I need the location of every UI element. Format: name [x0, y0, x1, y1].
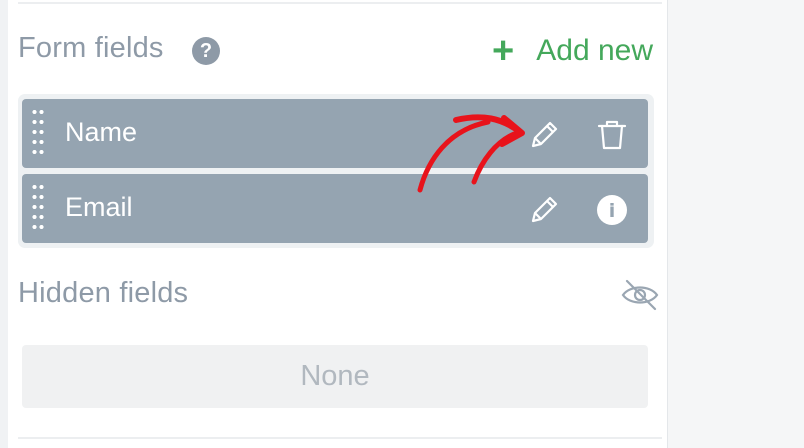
- form-fields-list: Name Email i: [18, 94, 654, 248]
- edit-icon[interactable]: [526, 117, 562, 153]
- field-label: Email: [65, 192, 133, 222]
- field-row-name[interactable]: Name: [22, 99, 648, 168]
- info-icon[interactable]: i: [596, 194, 628, 226]
- left-edge: [0, 0, 8, 448]
- add-new-button[interactable]: + Add new: [492, 30, 653, 72]
- drag-handle-icon[interactable]: [31, 182, 45, 234]
- bottom-divider: [18, 437, 662, 439]
- edit-icon[interactable]: [526, 192, 562, 228]
- field-row-email[interactable]: Email i: [22, 174, 648, 243]
- plus-icon: +: [492, 30, 515, 72]
- help-icon[interactable]: ?: [192, 37, 220, 65]
- form-settings-panel: Form fields ? + Add new Name Email i Hid…: [8, 0, 668, 448]
- add-new-label: Add new: [536, 34, 653, 67]
- trash-icon[interactable]: [594, 117, 630, 153]
- field-label: Name: [65, 117, 138, 147]
- hidden-fields-empty: None: [22, 345, 648, 408]
- info-glyph: i: [609, 200, 616, 222]
- eye-off-icon[interactable]: [620, 278, 660, 312]
- drag-handle-icon[interactable]: [31, 107, 45, 159]
- form-fields-title: Form fields: [18, 32, 164, 64]
- top-divider: [18, 2, 662, 4]
- hidden-fields-title: Hidden fields: [18, 277, 189, 309]
